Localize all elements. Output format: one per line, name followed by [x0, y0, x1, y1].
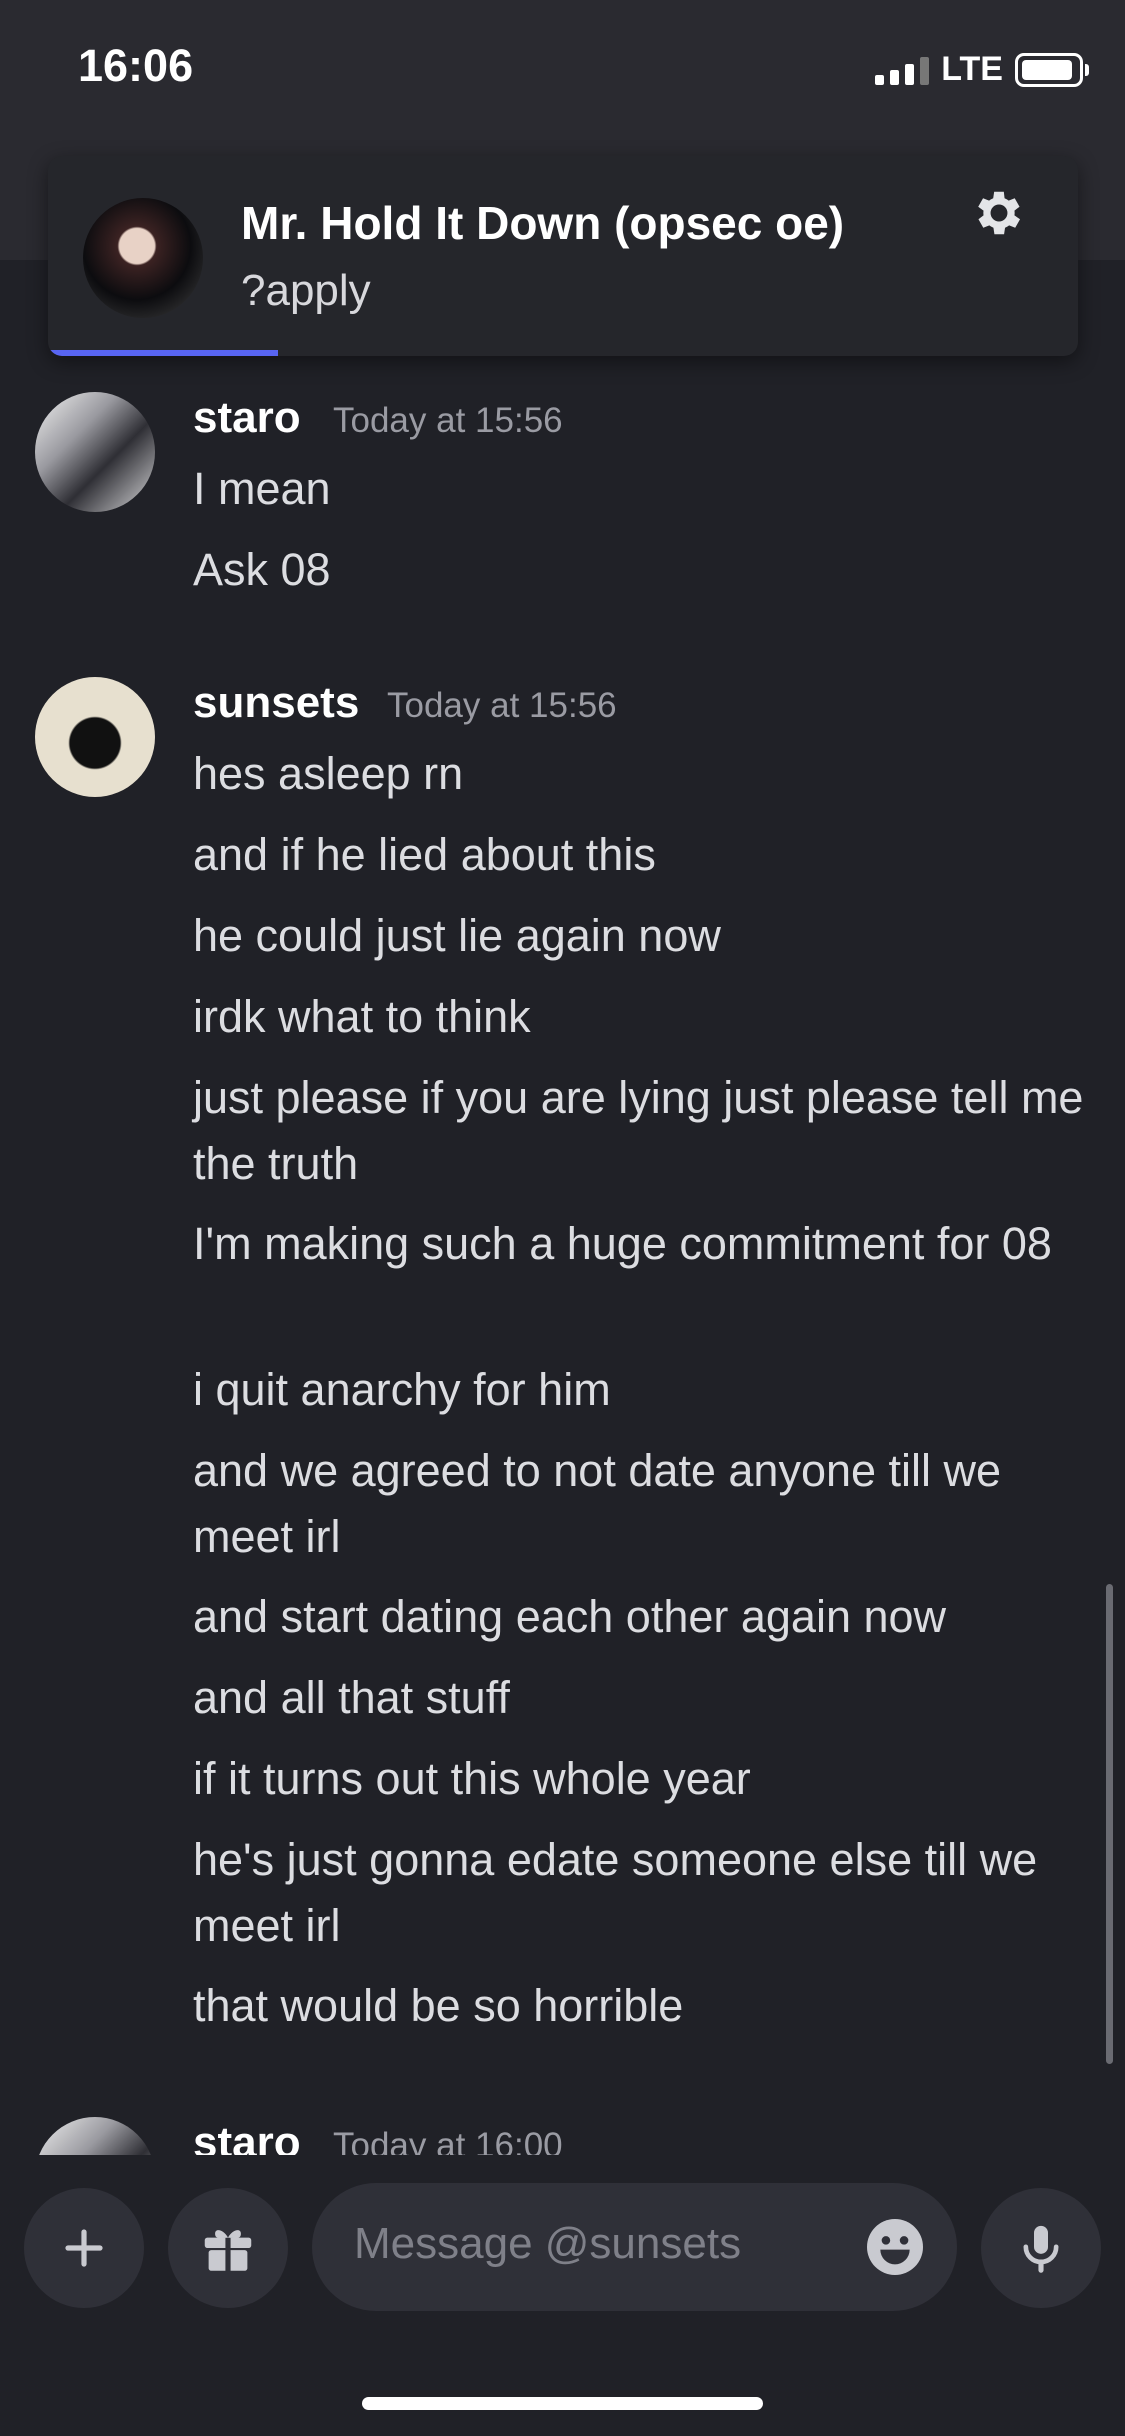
message-timestamp: Today at 15:56	[387, 686, 617, 725]
gift-button[interactable]	[168, 2188, 288, 2308]
message-line[interactable]: just please if you are lying just please…	[193, 1065, 1093, 1197]
notification-title: Mr. Hold It Down (opsec oe)	[241, 197, 845, 249]
notification-toast[interactable]: Mr. Hold It Down (opsec oe) ?apply	[48, 156, 1078, 356]
gear-icon[interactable]	[970, 184, 1028, 242]
status-indicators: LTE	[875, 50, 1089, 89]
message-timestamp: Today at 15:56	[333, 401, 563, 440]
avatar[interactable]	[35, 392, 155, 512]
message-list[interactable]: staro Today at 15:56 I mean Ask 08 sunse…	[0, 380, 1125, 2155]
notification-avatar	[83, 198, 203, 318]
message-line[interactable]: I mean	[193, 456, 1093, 522]
notification-body: ?apply	[241, 266, 371, 315]
message-line[interactable]: he could just lie again now	[193, 903, 1093, 969]
battery-icon	[1015, 52, 1089, 87]
message-line[interactable]: he's just gonna edate someone else till …	[193, 1827, 1093, 1959]
gift-icon	[204, 2230, 252, 2272]
network-label: LTE	[941, 50, 1003, 88]
message-line[interactable]: irdk what to think	[193, 984, 1093, 1050]
message-line[interactable]: and start dating each other again now	[193, 1584, 1093, 1650]
plus-icon	[65, 2229, 103, 2267]
message-line[interactable]: i quit anarchy for him	[193, 1357, 1093, 1423]
message-line[interactable]: and if he lied about this	[193, 822, 1093, 888]
username[interactable]: staro	[193, 393, 301, 443]
message-line[interactable]: Ask 08	[193, 537, 1093, 603]
message-line[interactable]: I'm making such a huge commitment for 08	[193, 1211, 1093, 1277]
voice-button[interactable]	[981, 2188, 1101, 2308]
message-line[interactable]: and all that stuff	[193, 1665, 1093, 1731]
username[interactable]: staro	[193, 2118, 301, 2155]
microphone-icon	[1023, 2225, 1059, 2273]
signal-icon	[875, 55, 930, 85]
message-line[interactable]: if it turns out this whole year	[193, 1746, 1093, 1812]
avatar[interactable]	[35, 677, 155, 797]
scrollbar[interactable]	[1106, 1584, 1113, 2064]
add-button[interactable]	[24, 2188, 144, 2308]
message-line[interactable]: hes asleep rn	[193, 741, 1093, 807]
notification-progress	[48, 350, 278, 356]
status-time: 16:06	[78, 40, 194, 91]
emoji-icon[interactable]	[863, 2215, 927, 2279]
avatar[interactable]	[35, 2117, 155, 2155]
message-input[interactable]: Message @sunsets	[312, 2183, 957, 2311]
username[interactable]: sunsets	[193, 678, 359, 728]
message-placeholder: Message @sunsets	[354, 2219, 742, 2268]
home-indicator[interactable]	[362, 2397, 763, 2410]
message-line[interactable]: and we agreed to not date anyone till we…	[193, 1438, 1093, 1570]
message-line[interactable]: that would be so horrible	[193, 1973, 1093, 2039]
message-timestamp: Today at 16:00	[333, 2126, 563, 2155]
